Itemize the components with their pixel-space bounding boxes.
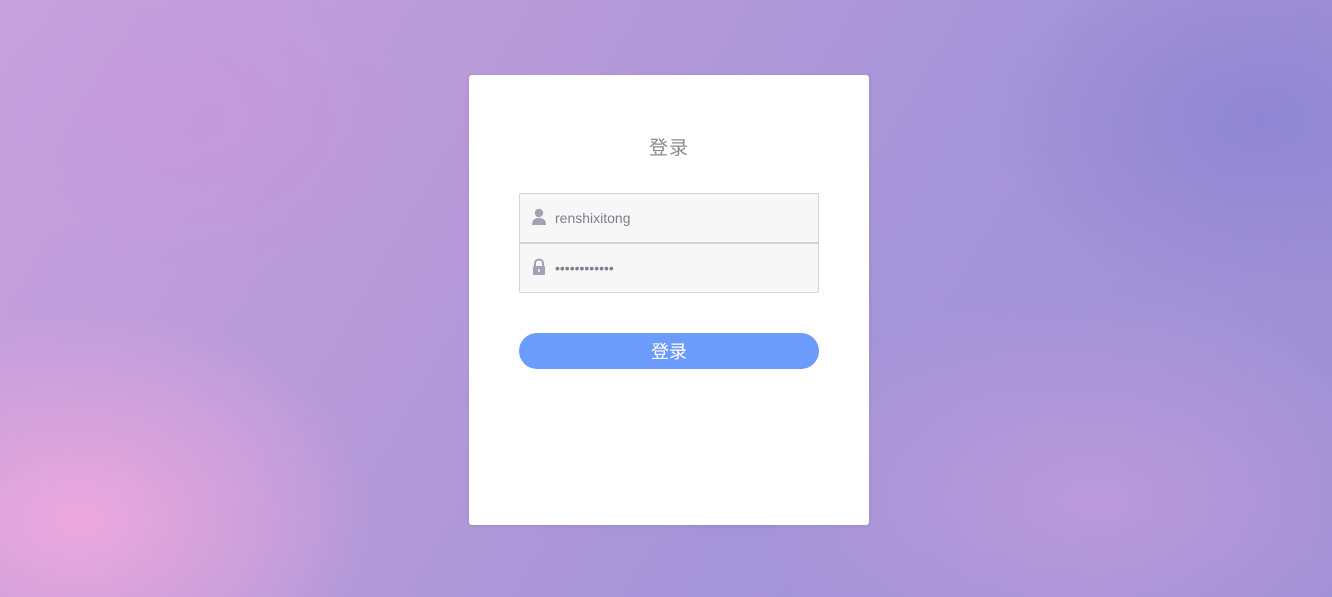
password-input[interactable] [555, 244, 810, 292]
lock-icon [531, 258, 547, 276]
login-title: 登录 [648, 138, 689, 159]
user-icon [531, 208, 547, 226]
username-field[interactable] [519, 193, 819, 243]
username-input[interactable] [555, 194, 810, 242]
login-card: 登录 登录 [469, 75, 869, 525]
login-button[interactable]: 登录 [519, 333, 819, 369]
password-field[interactable] [519, 243, 819, 293]
